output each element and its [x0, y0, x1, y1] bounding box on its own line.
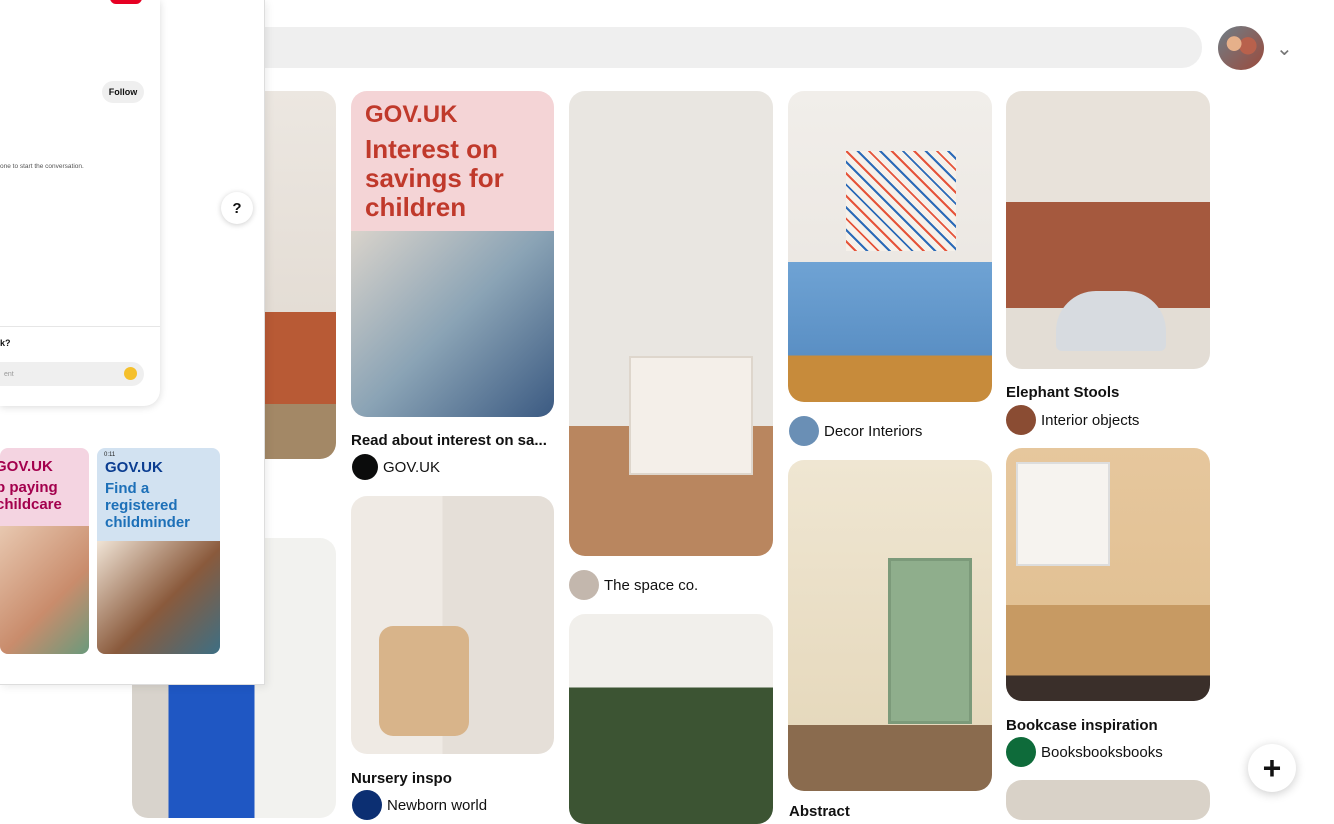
cot-shape [379, 626, 469, 736]
source-avatar [1006, 737, 1036, 767]
search-bar[interactable] [150, 27, 1202, 68]
pin-source-label: Interior objects [1041, 411, 1140, 429]
comment-input[interactable]: ent [0, 362, 144, 386]
pin-source-label: GOV.UK [383, 458, 440, 476]
pin-source[interactable]: Interior objects [1006, 405, 1139, 435]
art-canvas [846, 151, 956, 251]
pin-title[interactable]: Abstract [789, 803, 850, 820]
pin-title[interactable]: Bookcase inspiration [1006, 717, 1158, 734]
source-avatar [1006, 405, 1036, 435]
pin-image-blue-sofa[interactable] [788, 91, 992, 402]
video-duration-badge: 0:11 [104, 452, 116, 458]
follow-button[interactable]: Follow [102, 81, 144, 103]
help-button[interactable]: ? [221, 192, 253, 224]
ad-text: p paying childcare [0, 479, 62, 513]
source-avatar [789, 416, 819, 446]
ad-brand: GOV.UK [105, 459, 163, 476]
gov-uk-crown-icon [352, 454, 378, 480]
ad-photo [0, 526, 89, 654]
pin-image-nursery-room[interactable] [569, 91, 773, 556]
pin-source[interactable]: GOV.UK [352, 454, 440, 480]
pin-source-label: Decor Interiors [824, 422, 923, 440]
emoji-icon[interactable] [124, 367, 137, 380]
pin-source-label: Booksbooksbooks [1041, 743, 1163, 761]
pin-source[interactable]: Booksbooksbooks [1006, 737, 1163, 767]
plus-icon[interactable]: + [1248, 744, 1296, 792]
divider [0, 326, 160, 327]
ad-text: Find a registered childminder [105, 480, 191, 531]
elephant-shape [1056, 291, 1166, 351]
art-frame [1016, 462, 1110, 566]
pin-source[interactable]: The space co. [569, 570, 698, 600]
save-button[interactable] [110, 0, 142, 4]
pin-title[interactable]: Read about interest on sa... [351, 432, 547, 449]
door-shape [888, 558, 972, 724]
comments-card: Follow one to start the conversation. k?… [0, 0, 160, 406]
source-avatar [352, 790, 382, 820]
crib-shape [629, 356, 753, 475]
pin-source[interactable]: Decor Interiors [789, 416, 922, 446]
source-avatar [569, 570, 599, 600]
gov-uk-brand: GOV.UK [365, 101, 458, 128]
pin-image-nursery-cot[interactable] [351, 496, 554, 754]
pin-image-green-door[interactable] [788, 460, 992, 791]
pin-detail-panel: Follow one to start the conversation. k?… [0, 0, 265, 685]
gov-uk-headline: Interest on savings for children [365, 134, 504, 222]
pin-source[interactable]: Newborn world [352, 790, 487, 820]
pin-title[interactable]: Elephant Stools [1006, 384, 1119, 401]
avatar[interactable] [1218, 26, 1264, 70]
pin-image-bookcase[interactable] [1006, 448, 1210, 701]
ad-card-childminder[interactable]: 0:11 GOV.UK Find a registered childminde… [97, 448, 220, 654]
ad-photo [97, 541, 220, 654]
pin-image-gov-uk-ad[interactable]: GOV.UK Interest on savings for children [351, 91, 554, 417]
pin-source-label: The space co. [604, 576, 699, 594]
pin-image-partial[interactable] [1006, 780, 1210, 820]
pin-image-elephant-stools[interactable] [1006, 91, 1210, 369]
pin-image-green-cupboard[interactable] [569, 614, 773, 824]
pin-title[interactable]: Nursery inspo [351, 770, 452, 787]
comment-question: k? [0, 338, 11, 348]
chevron-down-icon[interactable]: ⌄ [1276, 36, 1293, 61]
conversation-hint: one to start the conversation. [0, 163, 84, 170]
gov-ad-photo [351, 231, 554, 417]
ad-brand: GOV.UK [0, 458, 53, 475]
ad-card-childcare[interactable]: GOV.UK p paying childcare [0, 448, 89, 654]
comment-placeholder: ent [4, 370, 14, 378]
